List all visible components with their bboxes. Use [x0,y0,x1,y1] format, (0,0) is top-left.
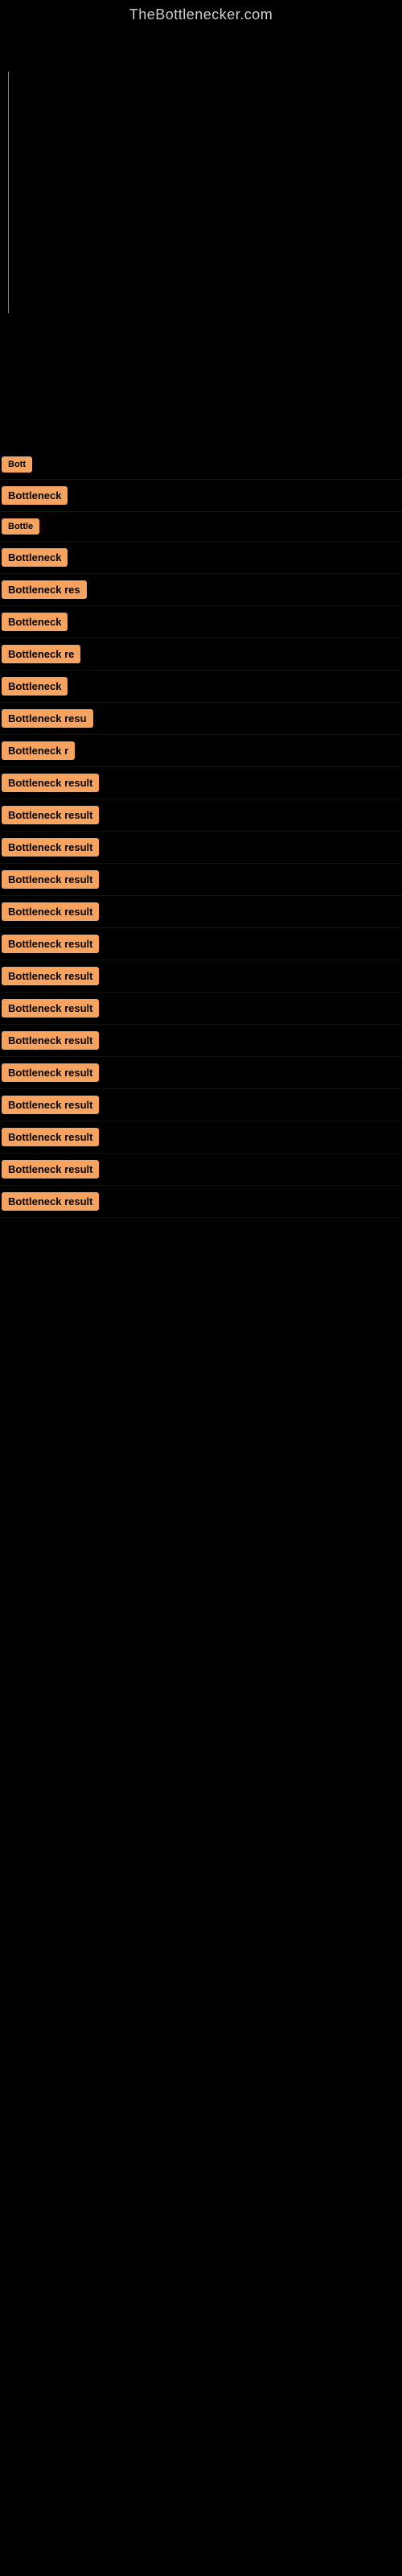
bottleneck-result-badge[interactable]: Bottleneck [2,548,68,567]
list-item: Bottleneck result [0,1186,402,1218]
bottleneck-result-badge[interactable]: Bottleneck [2,677,68,696]
bottleneck-result-badge[interactable]: Bottleneck result [2,870,99,889]
bottleneck-result-badge[interactable]: Bottleneck result [2,1160,99,1179]
site-title: TheBottlenecker.com [0,0,402,23]
list-item: Bottleneck [0,671,402,703]
list-item: Bottleneck result [0,993,402,1025]
bottleneck-result-badge[interactable]: Bottleneck result [2,999,99,1018]
bottleneck-result-badge[interactable]: Bottleneck result [2,806,99,824]
list-item: Bott [0,450,402,480]
axis-line-left [8,72,9,313]
list-item: Bottleneck r [0,735,402,767]
list-item: Bottleneck resu [0,703,402,735]
site-title-container: TheBottlenecker.com [0,0,402,23]
results-section: Bott Bottleneck Bottle Bottleneck Bottleneck… [0,450,402,1218]
bottleneck-result-badge[interactable]: Bottleneck result [2,935,99,953]
bottleneck-result-badge[interactable]: Bottleneck [2,486,68,505]
list-item: Bottleneck result [0,896,402,928]
bottleneck-result-badge[interactable]: Bottleneck result [2,1096,99,1114]
bottleneck-result-badge[interactable]: Bottle [2,518,39,535]
list-item: Bottleneck [0,542,402,574]
bottleneck-result-badge[interactable]: Bottleneck result [2,774,99,792]
list-item: Bottleneck result [0,767,402,799]
bottleneck-result-badge[interactable]: Bottleneck result [2,838,99,857]
bottleneck-result-badge[interactable]: Bottleneck res [2,580,87,599]
bottleneck-result-badge[interactable]: Bottleneck r [2,741,75,760]
bottleneck-result-badge[interactable]: Bott [2,456,32,473]
list-item: Bottleneck result [0,864,402,896]
list-item: Bottleneck [0,480,402,512]
list-item: Bottleneck result [0,1154,402,1186]
chart-area [0,23,402,442]
bottleneck-result-badge[interactable]: Bottleneck resu [2,709,93,728]
list-item: Bottleneck result [0,1057,402,1089]
list-item: Bottleneck result [0,1025,402,1057]
bottleneck-result-badge[interactable]: Bottleneck result [2,1192,99,1211]
list-item: Bottleneck [0,606,402,638]
bottleneck-result-badge[interactable]: Bottleneck result [2,902,99,921]
list-item: Bottleneck result [0,928,402,960]
list-item: Bottleneck result [0,832,402,864]
bottleneck-result-badge[interactable]: Bottleneck [2,613,68,631]
list-item: Bottleneck result [0,1121,402,1154]
bottleneck-result-badge[interactable]: Bottleneck re [2,645,80,663]
list-item: Bottleneck re [0,638,402,671]
bottleneck-result-badge[interactable]: Bottleneck result [2,967,99,985]
list-item: Bottleneck result [0,1089,402,1121]
list-item: Bottle [0,512,402,542]
list-item: Bottleneck result [0,960,402,993]
bottleneck-result-badge[interactable]: Bottleneck result [2,1031,99,1050]
list-item: Bottleneck result [0,799,402,832]
list-item: Bottleneck res [0,574,402,606]
bottleneck-result-badge[interactable]: Bottleneck result [2,1128,99,1146]
bottleneck-result-badge[interactable]: Bottleneck result [2,1063,99,1082]
